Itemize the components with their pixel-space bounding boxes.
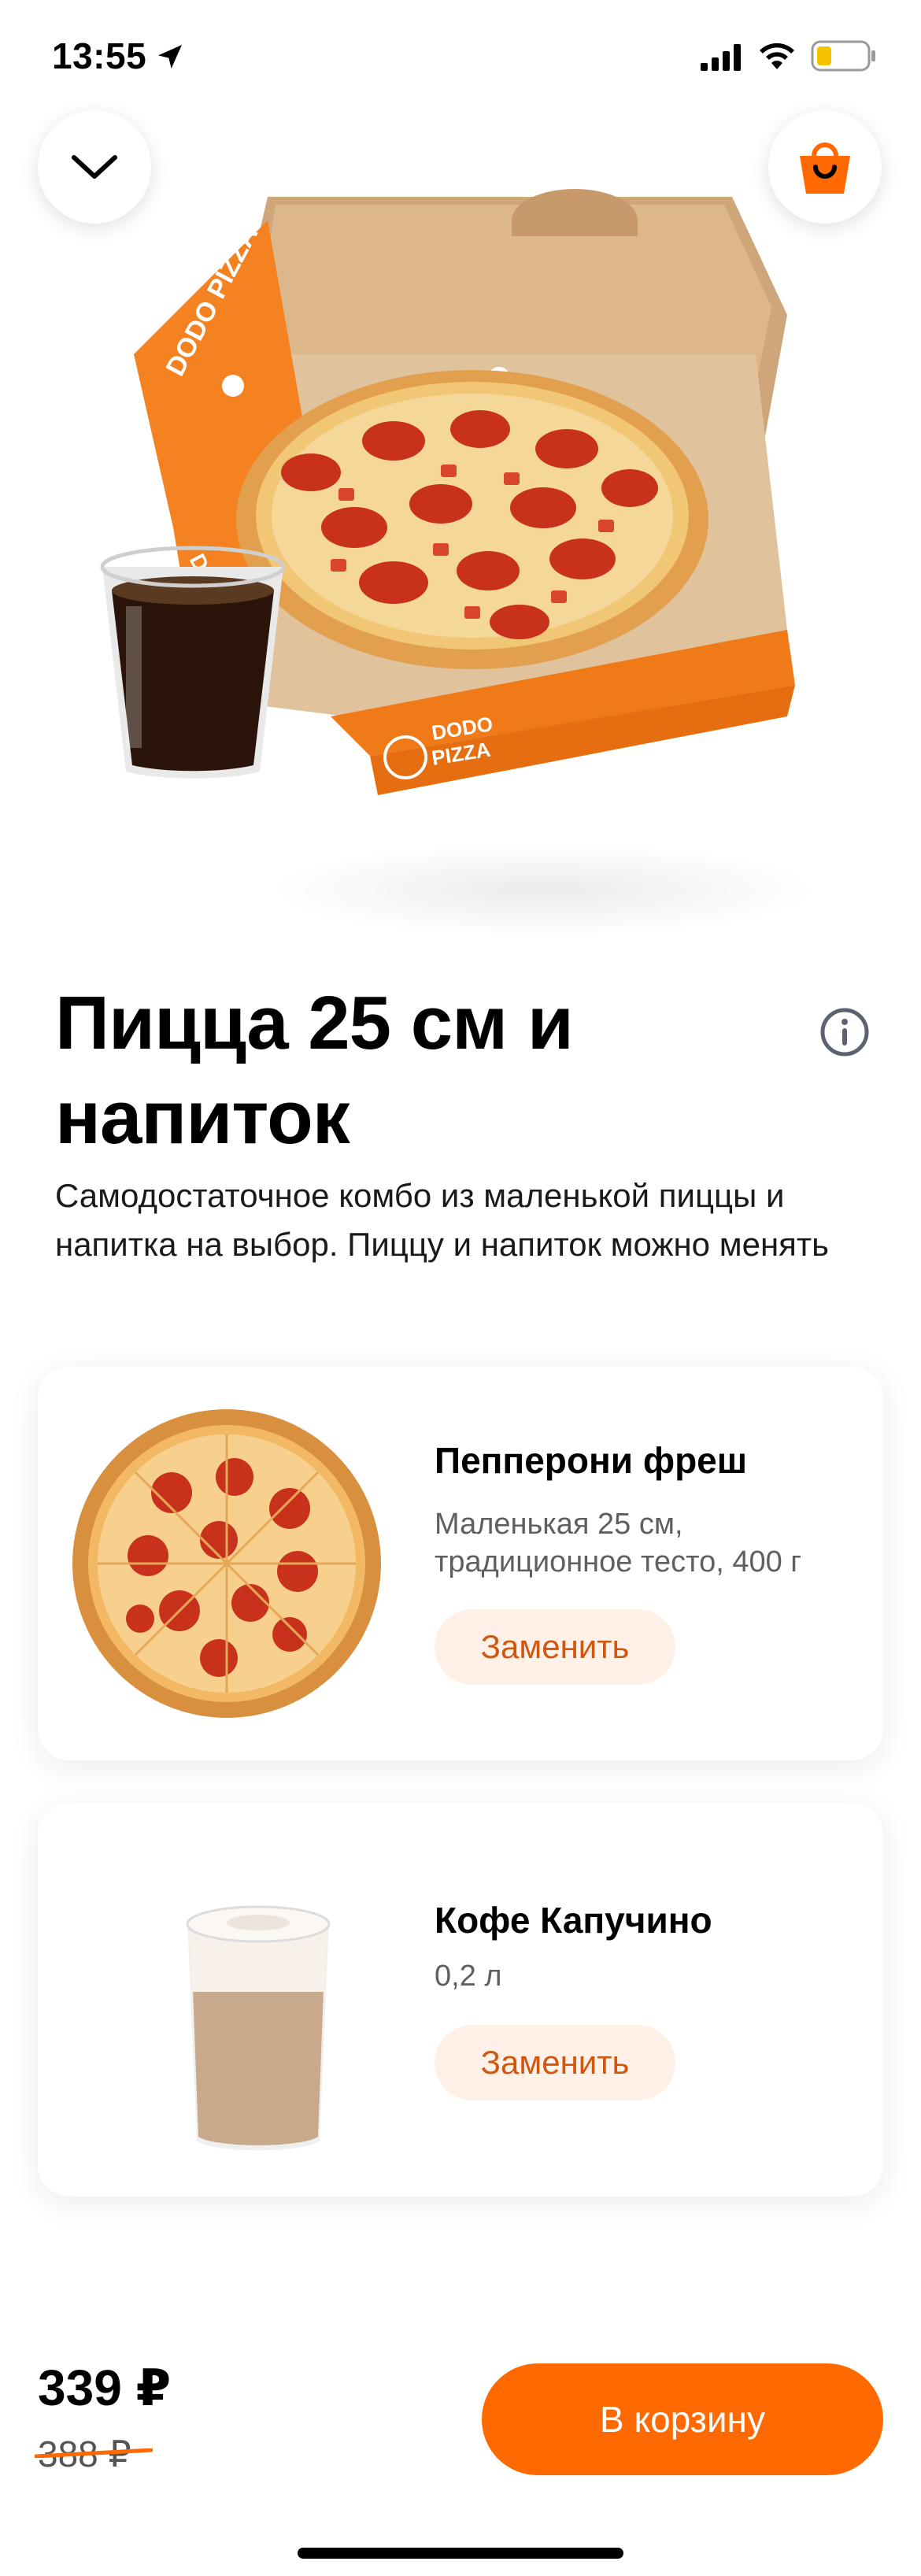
replace-pizza-button[interactable]: Заменить	[435, 1609, 675, 1685]
old-price: 388 ₽	[35, 2433, 153, 2475]
home-indicator	[298, 2548, 623, 2559]
shopping-bag-icon	[800, 142, 850, 194]
combo-item-drink: Кофе Капучино 0,2 л Заменить	[38, 1803, 883, 2197]
item-name: Пепперони фреш	[435, 1440, 748, 1481]
cappuccino-image	[186, 1905, 331, 2151]
item-details: 0,2 л	[435, 1960, 502, 1993]
collapse-button[interactable]	[38, 110, 151, 224]
current-price: 339 ₽	[38, 2359, 172, 2416]
item-details: Маленькая 25 см, традиционное тесто, 400…	[435, 1508, 802, 1579]
location-arrow-icon	[158, 45, 182, 68]
product-title: Пицца 25 см и напиток	[55, 981, 574, 1160]
product-image: DODO PIZZA DODO PIZZA DODO PIZZA	[0, 118, 921, 937]
status-bar: 13:55	[0, 0, 921, 110]
chevron-down-icon	[72, 155, 117, 179]
strikethrough-line	[35, 2448, 153, 2458]
cart-button[interactable]	[768, 110, 882, 224]
replace-drink-button[interactable]: Заменить	[435, 2025, 675, 2100]
add-to-cart-button[interactable]: В корзину	[482, 2363, 883, 2475]
product-description: Самодостаточное комбо из маленькой пиццы…	[55, 1177, 830, 1263]
pizza-image	[72, 1409, 381, 1718]
status-time: 13:55	[52, 35, 147, 76]
combo-item-pizza: Пепперони фреш Маленькая 25 см, традицио…	[38, 1367, 883, 1760]
pizza-box-illustration: DODO PIZZA DODO PIZZA DODO PIZZA	[100, 189, 795, 795]
wifi-icon	[760, 43, 794, 69]
cellular-signal-icon	[701, 44, 741, 71]
info-icon[interactable]	[819, 1006, 871, 1058]
item-name: Кофе Капучино	[435, 1900, 712, 1941]
battery-icon	[811, 40, 875, 72]
image-shadow	[268, 842, 819, 937]
